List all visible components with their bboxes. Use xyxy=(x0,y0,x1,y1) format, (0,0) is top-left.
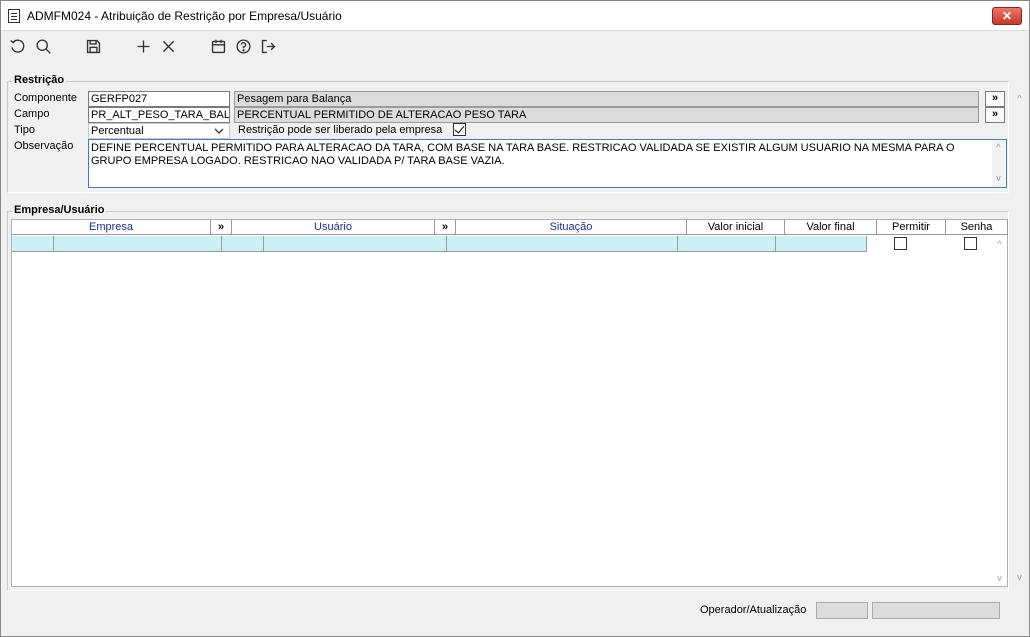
close-button[interactable]: ✕ xyxy=(992,7,1022,25)
empresa-usuario-grid: Empresa » Usuário » Situação Valor inici… xyxy=(11,219,1008,587)
cell-empresa-name[interactable] xyxy=(54,236,222,252)
scroll-down-icon[interactable]: v xyxy=(994,174,1003,183)
componente-label: Componente xyxy=(14,92,77,104)
tipo-select[interactable]: Percentual xyxy=(88,123,230,139)
componente-field[interactable]: GERFP027 xyxy=(88,91,230,107)
column-header-permitir[interactable]: Permitir xyxy=(877,220,946,235)
tipo-label: Tipo xyxy=(14,124,35,136)
column-header-situacao[interactable]: Situação xyxy=(456,220,687,235)
title-bar: ADMFM024 - Atribuição de Restrição por E… xyxy=(1,1,1029,31)
document-icon xyxy=(8,9,20,23)
main-window: ADMFM024 - Atribuição de Restrição por E… xyxy=(0,0,1030,637)
grid-scrollbar[interactable]: ^ v xyxy=(993,236,1006,586)
window-scrollbar[interactable]: ^ v xyxy=(1013,91,1027,587)
help-icon[interactable] xyxy=(233,36,253,56)
campo-field[interactable]: PR_ALT_PESO_TARA_BAL xyxy=(88,107,230,123)
scroll-up-icon[interactable]: ^ xyxy=(994,143,1003,152)
column-header-senha[interactable]: Senha xyxy=(946,220,1008,235)
campo-lookup-button[interactable]: » xyxy=(985,107,1005,123)
restricao-title: Restrição xyxy=(12,74,67,86)
search-icon[interactable] xyxy=(33,36,53,56)
tipo-select-value: Percentual xyxy=(91,125,144,137)
window-title: ADMFM024 - Atribuição de Restrição por E… xyxy=(27,9,342,23)
liberado-checkbox[interactable] xyxy=(453,123,466,136)
scroll-down-icon[interactable]: v xyxy=(995,574,1004,583)
column-header-valor-final[interactable]: Valor final xyxy=(785,220,877,235)
empresa-usuario-title: Empresa/Usuário xyxy=(12,204,107,216)
delete-icon[interactable] xyxy=(158,36,178,56)
cell-situacao[interactable] xyxy=(447,236,678,252)
operador-field xyxy=(816,602,868,619)
column-header-empresa[interactable]: Empresa xyxy=(12,220,211,235)
cell-valor-final[interactable] xyxy=(776,236,867,252)
exit-icon[interactable] xyxy=(258,36,278,56)
empresa-lookup-button[interactable]: » xyxy=(211,220,232,235)
observacao-textarea[interactable]: DEFINE PERCENTUAL PERMITIDO PARA ALTERAC… xyxy=(88,139,1007,188)
column-header-usuario[interactable]: Usuário xyxy=(232,220,435,235)
refresh-icon[interactable] xyxy=(7,36,27,56)
scroll-up-icon[interactable]: ^ xyxy=(1015,94,1024,103)
toolbar xyxy=(1,32,1029,59)
observacao-label: Observação xyxy=(14,140,74,152)
componente-description: Pesagem para Balança xyxy=(234,91,979,107)
column-header-valor-inicial[interactable]: Valor inicial xyxy=(687,220,785,235)
chevron-down-icon xyxy=(214,128,224,134)
cell-empresa-code[interactable] xyxy=(12,236,54,252)
permitir-checkbox[interactable] xyxy=(894,237,907,250)
campo-label: Campo xyxy=(14,108,50,120)
add-icon[interactable] xyxy=(133,36,153,56)
operador-atualizacao-label: Operador/Atualização xyxy=(700,604,807,616)
campo-description: PERCENTUAL PERMITIDO DE ALTERACAO PESO T… xyxy=(234,107,979,123)
cell-valor-inicial[interactable] xyxy=(678,236,776,252)
usuario-lookup-button[interactable]: » xyxy=(435,220,456,235)
componente-lookup-button[interactable]: » xyxy=(985,91,1005,107)
cell-usuario-name[interactable] xyxy=(264,236,447,252)
senha-checkbox[interactable] xyxy=(964,237,977,250)
scroll-up-icon[interactable]: ^ xyxy=(995,240,1004,249)
scroll-down-icon[interactable]: v xyxy=(1015,573,1024,582)
calendar-icon[interactable] xyxy=(208,36,228,56)
save-icon[interactable] xyxy=(83,36,103,56)
observacao-scrollbar[interactable]: ^ v xyxy=(992,140,1005,187)
observacao-text: DEFINE PERCENTUAL PERMITIDO PARA ALTERAC… xyxy=(91,142,955,167)
cell-usuario-code[interactable] xyxy=(222,236,264,252)
atualizacao-field xyxy=(872,602,1000,619)
liberado-label: Restrição pode ser liberado pela empresa xyxy=(238,124,443,136)
